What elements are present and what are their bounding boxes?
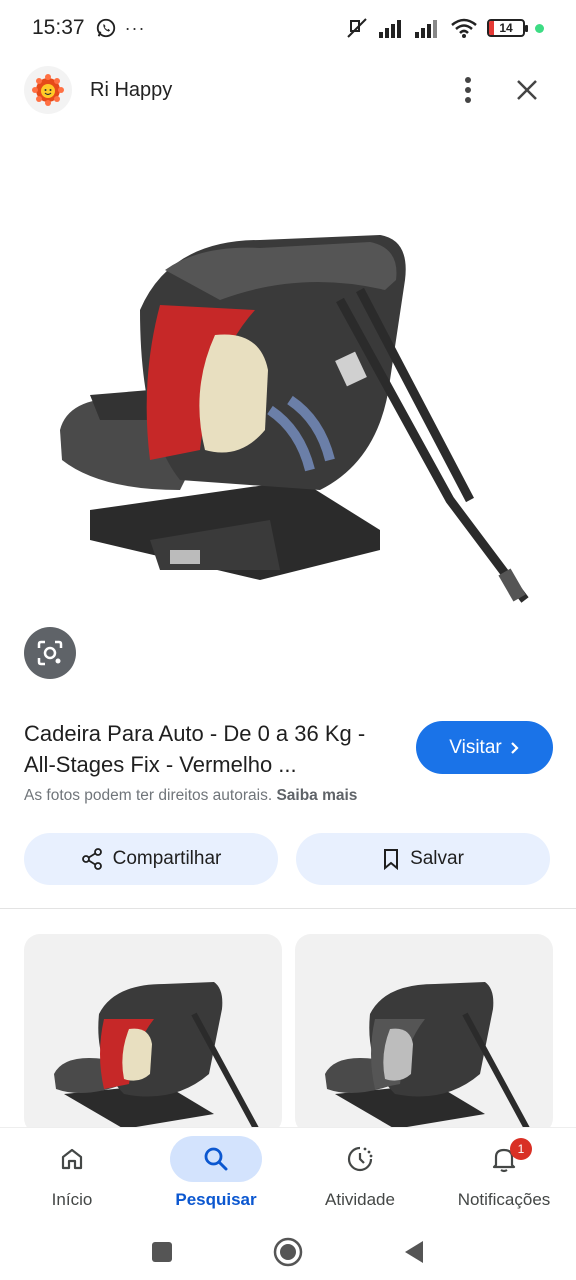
copyright-notice: As fotos podem ter direitos autorais. Sa… [24, 787, 357, 805]
nav-label-search: Pesquisar [175, 1190, 257, 1209]
battery-indicator: 14 [487, 19, 528, 37]
signal-icon-2 [415, 20, 437, 38]
lens-search-button[interactable] [24, 627, 76, 679]
car-seat-illustration [60, 235, 529, 603]
search-icon [170, 1136, 262, 1182]
site-logo[interactable] [24, 66, 72, 114]
nav-label-activity: Atividade [325, 1190, 395, 1209]
more-options-icon[interactable] [464, 77, 472, 103]
bottom-navigation: Início Pesquisar Atividade 1 Notificaçõe… [0, 1128, 576, 1224]
privacy-dot [535, 23, 544, 33]
nav-item-notifications[interactable]: 1 Notificações [432, 1128, 576, 1224]
save-button[interactable]: Salvar [296, 833, 550, 885]
lens-icon [37, 640, 63, 666]
recent-apps-icon[interactable] [151, 1241, 173, 1263]
home-button-icon[interactable] [273, 1237, 303, 1267]
home-icon [26, 1136, 118, 1182]
nav-label-home: Início [51, 1190, 93, 1209]
signal-icon-1 [379, 20, 401, 38]
activity-icon [314, 1136, 406, 1182]
learn-more-link[interactable]: Saiba mais [276, 787, 357, 804]
status-time: 15:37 [32, 16, 85, 39]
battery-level: 14 [499, 21, 513, 35]
bookmark-icon [384, 849, 399, 870]
product-title[interactable]: Cadeira Para Auto - De 0 a 36 Kg - All-S… [24, 718, 396, 780]
section-divider [0, 908, 576, 909]
whatsapp-icon [96, 18, 115, 38]
visit-button[interactable]: Visitar [416, 721, 553, 774]
share-button[interactable]: Compartilhar [24, 833, 278, 885]
share-label: Compartilhar [112, 848, 222, 869]
notification-badge: 1 [510, 1138, 532, 1160]
product-image[interactable] [0, 130, 576, 690]
related-image-2[interactable] [295, 934, 553, 1134]
related-seat-red-illustration [54, 982, 262, 1134]
save-label: Salvar [410, 848, 464, 869]
site-name[interactable]: Ri Happy [90, 79, 172, 102]
nav-label-notifications: Notificações [457, 1190, 551, 1209]
system-navigation-bar [0, 1224, 576, 1280]
wifi-icon [451, 18, 477, 38]
ri-happy-logo-icon [32, 74, 64, 106]
close-icon[interactable] [516, 79, 538, 101]
chevron-right-icon [510, 741, 519, 754]
nav-item-home[interactable]: Início [0, 1128, 144, 1224]
share-icon [81, 848, 102, 870]
related-seat-gray-illustration [325, 982, 533, 1134]
related-image-1[interactable] [24, 934, 282, 1134]
nav-item-search[interactable]: Pesquisar [144, 1128, 288, 1224]
visit-label: Visitar [449, 736, 502, 758]
status-bar: 15:37 ··· 14 [0, 0, 576, 56]
viewer-header: Ri Happy [0, 60, 576, 120]
nav-item-activity[interactable]: Atividade [288, 1128, 432, 1224]
bell-icon: 1 [458, 1136, 550, 1182]
back-icon[interactable] [403, 1240, 425, 1264]
status-overflow-dots: ··· [124, 17, 146, 38]
mute-icon [347, 18, 367, 38]
copyright-text: As fotos podem ter direitos autorais. [24, 787, 273, 804]
